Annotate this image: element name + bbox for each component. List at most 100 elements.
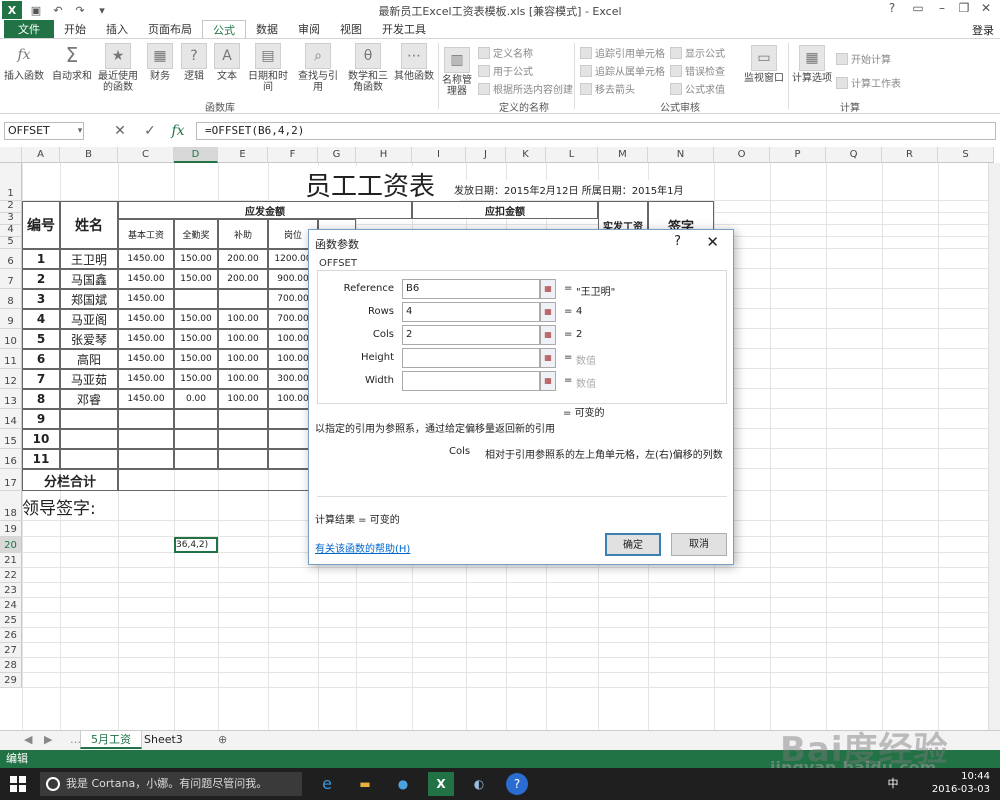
undo-icon[interactable]: ↶ bbox=[50, 2, 66, 18]
employee-bonus[interactable] bbox=[174, 449, 218, 469]
minimize-button[interactable]: – bbox=[930, 1, 954, 15]
select-all-corner[interactable] bbox=[0, 147, 22, 163]
employee-name[interactable]: 马亚阁 bbox=[60, 309, 118, 329]
employee-number[interactable]: 1 bbox=[22, 249, 60, 269]
row-header[interactable]: 16 bbox=[0, 449, 22, 469]
employee-name[interactable] bbox=[60, 429, 118, 449]
customize-qat-icon[interactable]: ▾ bbox=[94, 2, 110, 18]
next-sheet-icon[interactable]: ▶ bbox=[34, 731, 62, 749]
row-header[interactable]: 22 bbox=[0, 568, 22, 583]
insert-function-button[interactable]: fx 插入函数 bbox=[2, 43, 46, 82]
explorer-icon[interactable]: ▬ bbox=[352, 772, 378, 796]
employee-subsidy[interactable] bbox=[218, 289, 268, 309]
employee-name[interactable]: 马国鑫 bbox=[60, 269, 118, 289]
employee-name[interactable]: 郑国斌 bbox=[60, 289, 118, 309]
employee-bonus[interactable] bbox=[174, 429, 218, 449]
range-select-icon[interactable]: ▦ bbox=[540, 348, 556, 368]
sheet-title[interactable]: 员工工资表 bbox=[280, 166, 460, 202]
column-header[interactable]: M bbox=[598, 147, 648, 163]
tab-formulas[interactable]: 公式 bbox=[202, 20, 246, 38]
column-header[interactable]: H bbox=[356, 147, 412, 163]
sheet-tab-sheet3[interactable]: Sheet3 bbox=[134, 731, 193, 749]
tab-page-layout[interactable]: 页面布局 bbox=[138, 20, 202, 38]
employee-subsidy[interactable] bbox=[218, 409, 268, 429]
row-header[interactable]: 18 bbox=[0, 491, 22, 521]
autosum-button[interactable]: Σ 自动求和 bbox=[50, 43, 94, 82]
row-header[interactable]: 15 bbox=[0, 429, 22, 449]
column-header[interactable]: O bbox=[714, 147, 770, 163]
employee-number[interactable]: 3 bbox=[22, 289, 60, 309]
close-button[interactable]: ✕ bbox=[974, 1, 998, 15]
employee-bonus[interactable]: 150.00 bbox=[174, 269, 218, 289]
name-manager-button[interactable]: ▥ 名称管理器 bbox=[440, 47, 474, 97]
row-header[interactable]: 14 bbox=[0, 409, 22, 429]
employee-name[interactable]: 邓睿 bbox=[60, 389, 118, 409]
row-header[interactable]: 7 bbox=[0, 269, 22, 289]
column-header[interactable]: S bbox=[938, 147, 994, 163]
date-info[interactable]: 发放日期：2015年2月12日 所属日期：2015年1月 bbox=[454, 180, 714, 198]
column-header[interactable]: N bbox=[648, 147, 714, 163]
employee-subsidy[interactable]: 200.00 bbox=[218, 269, 268, 289]
text-button[interactable]: A 文本 bbox=[212, 43, 242, 82]
redo-icon[interactable]: ↷ bbox=[72, 2, 88, 18]
help-taskbar-icon[interactable]: ? bbox=[506, 773, 528, 795]
leader-sign-label[interactable]: 领导签字: bbox=[22, 491, 202, 521]
employee-number[interactable]: 4 bbox=[22, 309, 60, 329]
trace-dependents-button[interactable]: 追踪从属单元格 bbox=[580, 63, 665, 78]
column-header[interactable]: E bbox=[218, 147, 268, 163]
row-header[interactable]: 20 bbox=[0, 537, 22, 553]
insert-function-fx-icon[interactable]: fx bbox=[168, 122, 188, 140]
arg-input-height[interactable] bbox=[402, 348, 540, 368]
row-header[interactable]: 8 bbox=[0, 289, 22, 309]
employee-subsidy[interactable] bbox=[218, 449, 268, 469]
header-base[interactable]: 基本工资 bbox=[118, 219, 174, 249]
save-icon[interactable]: ▣ bbox=[28, 2, 44, 18]
lookup-button[interactable]: ⌕ 查找与引用 bbox=[294, 43, 342, 93]
employee-number[interactable]: 6 bbox=[22, 349, 60, 369]
employee-bonus[interactable]: 0.00 bbox=[174, 389, 218, 409]
column-header[interactable]: L bbox=[546, 147, 598, 163]
header-bonus[interactable]: 全勤奖 bbox=[174, 219, 218, 249]
column-header[interactable]: G bbox=[318, 147, 356, 163]
active-cell-d20[interactable]: 36,4,2) bbox=[174, 537, 218, 553]
financial-button[interactable]: ▦ 财务 bbox=[144, 43, 176, 82]
watch-window-button[interactable]: ▭ 监视窗口 bbox=[742, 45, 786, 84]
remove-arrows-button[interactable]: 移去箭头 bbox=[580, 81, 635, 96]
employee-bonus[interactable]: 150.00 bbox=[174, 329, 218, 349]
sheet-tab-may-salary[interactable]: 5月工资 bbox=[80, 731, 142, 749]
employee-base[interactable]: 1450.00 bbox=[118, 309, 174, 329]
edge-icon[interactable]: e bbox=[314, 772, 340, 796]
cortana-search[interactable]: 我是 Cortana，小娜。有问题尽管问我。 bbox=[40, 772, 302, 796]
tab-data[interactable]: 数据 bbox=[246, 20, 288, 38]
row-header[interactable]: 5 bbox=[0, 236, 22, 249]
tab-insert[interactable]: 插入 bbox=[96, 20, 138, 38]
datetime-button[interactable]: ▤ 日期和时间 bbox=[244, 43, 292, 93]
ribbon-display-icon[interactable]: ▭ bbox=[906, 1, 930, 15]
dialog-help-icon[interactable]: ? bbox=[674, 234, 681, 249]
calc-options-button[interactable]: ▦ 计算选项 bbox=[790, 45, 834, 84]
employee-base[interactable]: 1450.00 bbox=[118, 269, 174, 289]
help-icon[interactable]: ? bbox=[880, 1, 904, 15]
row-header[interactable]: 13 bbox=[0, 389, 22, 409]
windows-start-icon[interactable] bbox=[10, 776, 26, 792]
range-select-icon[interactable]: ▦ bbox=[540, 302, 556, 322]
excel-taskbar-icon[interactable]: X bbox=[428, 772, 454, 796]
math-trig-button[interactable]: θ 数学和三角函数 bbox=[344, 43, 392, 93]
arg-input-rows[interactable]: 4 bbox=[402, 302, 540, 322]
add-sheet-icon[interactable]: ⊕ bbox=[208, 731, 237, 749]
row-header[interactable]: 23 bbox=[0, 583, 22, 598]
tab-home[interactable]: 开始 bbox=[54, 20, 96, 38]
define-name-button[interactable]: 定义名称 bbox=[478, 45, 533, 60]
ime-indicator[interactable]: 中 bbox=[880, 772, 906, 796]
row-header[interactable]: 26 bbox=[0, 628, 22, 643]
tab-file[interactable]: 文件 bbox=[4, 20, 54, 38]
employee-bonus[interactable]: 150.00 bbox=[174, 309, 218, 329]
show-formulas-button[interactable]: 显示公式 bbox=[670, 45, 725, 60]
employee-bonus[interactable]: 150.00 bbox=[174, 349, 218, 369]
employee-name[interactable]: 王卫明 bbox=[60, 249, 118, 269]
login-link[interactable]: 登录 bbox=[972, 22, 994, 38]
employee-subsidy[interactable]: 100.00 bbox=[218, 309, 268, 329]
arg-input-cols[interactable]: 2 bbox=[402, 325, 540, 345]
header-subsidy[interactable]: 补助 bbox=[218, 219, 268, 249]
employee-base[interactable]: 1450.00 bbox=[118, 249, 174, 269]
